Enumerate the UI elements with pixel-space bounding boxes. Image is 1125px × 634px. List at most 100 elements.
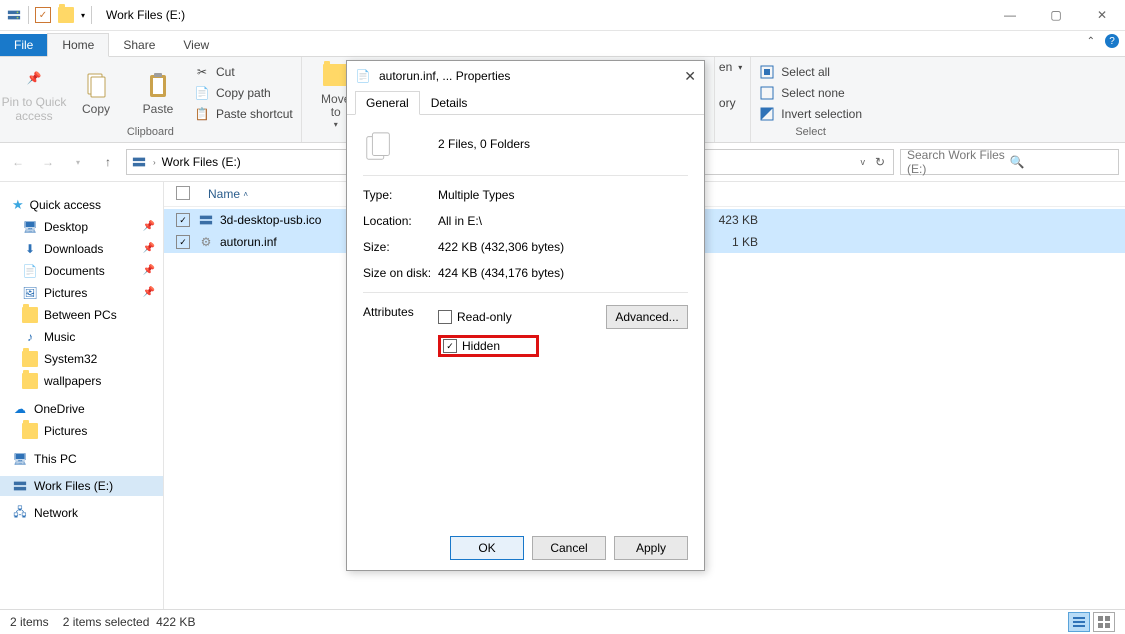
tab-file[interactable]: File (0, 34, 47, 56)
sidebar-music[interactable]: ♪Music (0, 326, 163, 348)
dialog-titlebar[interactable]: 📄 autorun.inf, ... Properties ✕ (347, 61, 704, 91)
quick-access-toolbar: ✓ ▾ (0, 6, 98, 24)
cancel-button[interactable]: Cancel (532, 536, 606, 560)
pin-icon: 📌 (18, 62, 50, 94)
qat-properties-icon[interactable]: ✓ (35, 7, 51, 23)
sidebar-pictures[interactable]: 🖼Pictures📌 (0, 282, 163, 304)
scissors-icon: ✂ (194, 64, 210, 80)
ribbon-help: ⌃ ? (1087, 34, 1119, 48)
cut-button[interactable]: ✂Cut (192, 63, 295, 81)
copy-path-button[interactable]: 📄Copy path (192, 84, 295, 102)
nav-back-button[interactable]: ← (6, 150, 30, 174)
sidebar-this-pc[interactable]: 🖥This PC (0, 448, 163, 470)
sidebar-system32[interactable]: System32 (0, 348, 163, 370)
folder-icon (22, 373, 38, 389)
copy-button[interactable]: Copy (68, 69, 124, 116)
pin-to-quick-access-button[interactable]: 📌 Pin to Quick access (6, 62, 62, 122)
ico-icon (198, 213, 214, 227)
sidebar-documents[interactable]: 📄Documents📌 (0, 260, 163, 282)
paste-shortcut-icon: 📋 (194, 106, 210, 122)
search-input[interactable]: Search Work Files (E:) 🔍 (900, 149, 1119, 175)
sidebar-network[interactable]: 🖧Network (0, 502, 163, 524)
music-icon: ♪ (22, 329, 38, 345)
drive-icon (131, 155, 147, 169)
select-none-button[interactable]: Select none (757, 84, 864, 102)
pin-icon: 📌 (143, 265, 155, 276)
paste-button[interactable]: Paste (130, 69, 186, 116)
tab-home[interactable]: Home (47, 33, 109, 57)
tab-view[interactable]: View (169, 34, 223, 56)
label-size-on-disk: Size on disk: (363, 266, 438, 280)
nav-forward-button[interactable]: → (36, 150, 60, 174)
select-none-icon (759, 85, 775, 101)
sidebar-downloads[interactable]: ⬇Downloads📌 (0, 238, 163, 260)
value-size: 422 KB (432,306 bytes) (438, 240, 688, 254)
onedrive-icon: ☁ (12, 401, 28, 417)
documents-icon: 📄 (22, 263, 38, 279)
select-all-checkbox[interactable] (176, 186, 192, 203)
invert-selection-button[interactable]: Invert selection (757, 105, 864, 123)
address-dropdown-icon[interactable]: v (856, 157, 869, 167)
file-size: 1 KB (698, 235, 758, 249)
file-size: 423 KB (698, 213, 758, 227)
window-controls: — ▢ ✕ (987, 0, 1125, 30)
label-size: Size: (363, 240, 438, 254)
folder-icon (22, 423, 38, 439)
label-location: Location: (363, 214, 438, 228)
pin-icon: 📌 (143, 243, 155, 254)
dialog-tabs: General Details (347, 91, 704, 115)
row-checkbox[interactable]: ✓ (176, 213, 190, 227)
file-name: 3d-desktop-usb.ico (220, 213, 321, 227)
chevron-right-icon[interactable]: › (153, 158, 156, 167)
file-name: autorun.inf (220, 235, 277, 249)
sidebar-wallpapers[interactable]: wallpapers (0, 370, 163, 392)
view-large-icons-button[interactable] (1093, 612, 1115, 632)
history-partial[interactable]: ory (717, 95, 738, 111)
view-details-button[interactable] (1068, 612, 1090, 632)
properties-dialog: 📄 autorun.inf, ... Properties ✕ General … (346, 60, 705, 571)
star-icon: ★ (12, 197, 24, 213)
ribbon-collapse-icon[interactable]: ⌃ (1087, 36, 1095, 47)
column-name[interactable]: Name ˄ (200, 187, 256, 201)
folder-icon (22, 307, 38, 323)
sidebar-onedrive[interactable]: ☁OneDrive (0, 398, 163, 420)
navigation-pane: ★Quick access 🖥Desktop📌 ⬇Downloads📌 📄Doc… (0, 182, 164, 612)
nav-recent-button[interactable]: ▾ (66, 150, 90, 174)
qat-new-folder-icon[interactable] (57, 6, 75, 24)
help-icon[interactable]: ? (1105, 34, 1119, 48)
dialog-close-button[interactable]: ✕ (684, 68, 696, 85)
network-icon: 🖧 (12, 505, 28, 521)
sidebar-work-files[interactable]: Work Files (E:) (0, 476, 163, 496)
sidebar-onedrive-pictures[interactable]: Pictures (0, 420, 163, 442)
dialog-tab-details[interactable]: Details (420, 91, 479, 115)
desktop-icon: 🖥 (22, 219, 38, 235)
sidebar-between-pcs[interactable]: Between PCs (0, 304, 163, 326)
maximize-button[interactable]: ▢ (1033, 0, 1079, 30)
sidebar-desktop[interactable]: 🖥Desktop📌 (0, 216, 163, 238)
close-button[interactable]: ✕ (1079, 0, 1125, 30)
sidebar-quick-access[interactable]: ★Quick access (0, 194, 163, 216)
dialog-title: autorun.inf, ... Properties (379, 69, 510, 83)
nav-up-button[interactable]: ↑ (96, 150, 120, 174)
row-checkbox[interactable]: ✓ (176, 235, 190, 249)
ribbon-group-open-partial: en ▾ ory (714, 57, 751, 142)
ribbon-group-select: Select all Select none Invert selection … (751, 57, 870, 142)
ok-button[interactable]: OK (450, 536, 524, 560)
dialog-body: 2 Files, 0 Folders Type:Multiple Types L… (347, 115, 704, 373)
open-partial[interactable]: en ▾ (717, 59, 744, 75)
hidden-checkbox[interactable]: ✓Hidden (443, 339, 500, 353)
dialog-app-icon: 📄 (355, 68, 371, 84)
dialog-summary-row: 2 Files, 0 Folders (363, 125, 688, 169)
qat-customize-icon[interactable]: ▾ (81, 11, 85, 20)
dialog-tab-general[interactable]: General (355, 91, 420, 115)
readonly-checkbox[interactable]: Read-only (438, 310, 512, 324)
select-all-button[interactable]: Select all (757, 63, 864, 81)
breadcrumb-segment[interactable]: Work Files (E:) (162, 155, 241, 169)
tab-share[interactable]: Share (109, 34, 169, 56)
select-all-icon (759, 64, 775, 80)
minimize-button[interactable]: — (987, 0, 1033, 30)
paste-shortcut-button[interactable]: 📋Paste shortcut (192, 105, 295, 123)
advanced-button[interactable]: Advanced... (606, 305, 688, 329)
apply-button[interactable]: Apply (614, 536, 688, 560)
refresh-icon[interactable]: ↻ (871, 155, 889, 169)
